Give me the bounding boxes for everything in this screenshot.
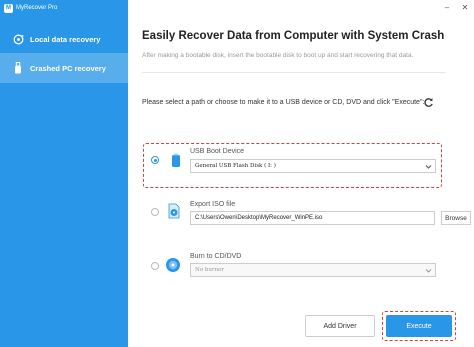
sidebar-item-label: Local data recovery bbox=[30, 34, 101, 44]
usb-boot-label: USB Boot Device bbox=[190, 148, 245, 155]
disc-icon bbox=[165, 257, 181, 273]
execute-button[interactable]: Execute bbox=[386, 315, 452, 337]
refresh-icon[interactable] bbox=[423, 97, 434, 108]
page-subtitle: After making a bootable disk, insert the… bbox=[142, 52, 414, 59]
app-title-bar: M MyRecover Pro bbox=[4, 2, 57, 14]
usb-drive-icon bbox=[168, 153, 184, 169]
sidebar-item-label: Crashed PC recovery bbox=[30, 63, 106, 73]
window-controls: – ✕ bbox=[438, 0, 474, 14]
burner-value: No burner bbox=[195, 267, 224, 273]
burner-select[interactable]: No burner bbox=[190, 263, 436, 277]
browse-button[interactable]: Browse bbox=[441, 211, 471, 225]
usb-boot-radio[interactable] bbox=[151, 156, 159, 164]
close-button[interactable]: ✕ bbox=[456, 0, 474, 14]
app-logo: M bbox=[4, 3, 13, 13]
iso-file-icon bbox=[166, 203, 182, 219]
iso-path-input[interactable]: C:\Users\Owen\Desktop\MyRecover_WinPE.is… bbox=[190, 211, 435, 225]
iso-path-value: C:\Users\Owen\Desktop\MyRecover_WinPE.is… bbox=[195, 215, 323, 221]
divider bbox=[142, 72, 446, 73]
usb-icon bbox=[12, 62, 24, 74]
sidebar: M MyRecover Pro Local data recovery Cras… bbox=[0, 0, 128, 347]
chevron-down-icon bbox=[425, 165, 432, 169]
usb-device-value: General USB Flash Disk ( I: ) bbox=[195, 163, 276, 169]
instruction-text: Please select a path or choose to make i… bbox=[142, 99, 425, 106]
page-title: Easily Recover Data from Computer with S… bbox=[142, 30, 445, 42]
burn-cd-label: Burn to CD/DVD bbox=[190, 253, 242, 260]
minimize-button[interactable]: – bbox=[438, 0, 456, 14]
sidebar-item-local-data-recovery[interactable]: Local data recovery bbox=[0, 24, 128, 54]
chevron-down-icon bbox=[425, 269, 432, 273]
export-iso-radio[interactable] bbox=[151, 208, 159, 216]
usb-device-select[interactable]: General USB Flash Disk ( I: ) bbox=[190, 159, 436, 173]
sidebar-item-crashed-pc-recovery[interactable]: Crashed PC recovery bbox=[0, 53, 128, 83]
export-iso-label: Export ISO file bbox=[190, 201, 236, 208]
add-driver-button[interactable]: Add Driver bbox=[305, 315, 375, 337]
app-title: MyRecover Pro bbox=[16, 5, 58, 11]
refresh-disk-icon bbox=[12, 33, 24, 45]
burn-cd-radio[interactable] bbox=[151, 262, 159, 270]
